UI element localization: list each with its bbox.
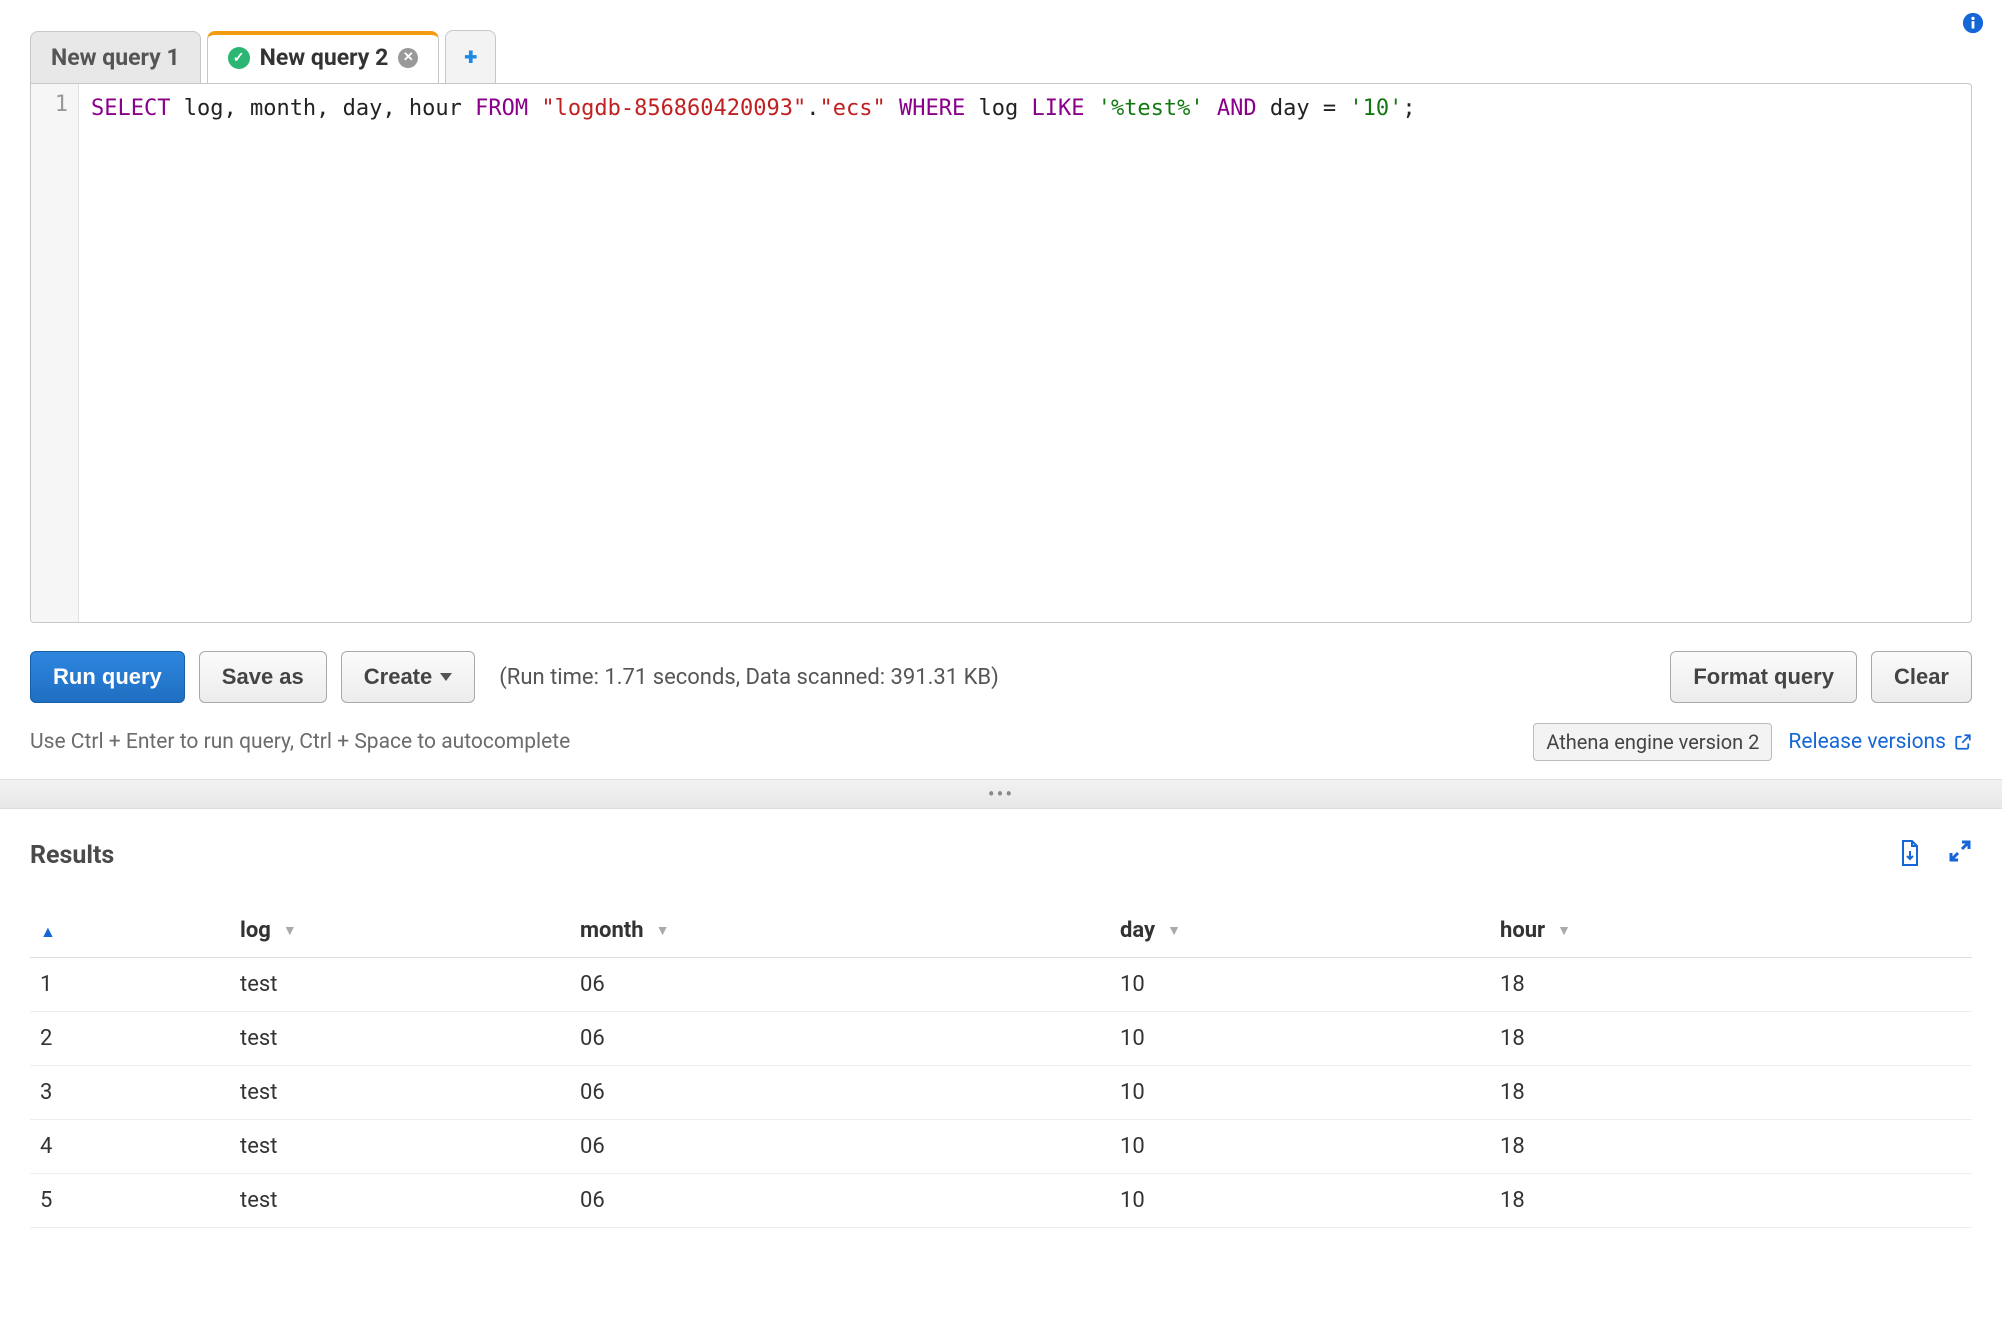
add-tab-button[interactable]: + xyxy=(445,30,496,83)
kw-from: FROM xyxy=(475,96,528,121)
col-header-hour[interactable]: hour ▼ xyxy=(1490,904,1972,958)
col-label: day xyxy=(1120,918,1155,943)
split-handle[interactable]: ••• xyxy=(0,779,2002,809)
eq: = xyxy=(1323,96,1336,121)
col-header-log[interactable]: log ▼ xyxy=(230,904,570,958)
db-name: "logdb-856860420093" xyxy=(541,96,806,121)
run-query-button[interactable]: Run query xyxy=(30,651,185,703)
toolbar: Run query Save as Create (Run time: 1.71… xyxy=(0,623,2002,715)
col-label: month xyxy=(580,918,644,943)
format-query-button[interactable]: Format query xyxy=(1670,651,1857,703)
download-icon[interactable] xyxy=(1898,839,1922,872)
cell-log: test xyxy=(230,1174,570,1228)
where-col: log xyxy=(965,96,1031,121)
table-row: 5 test 06 10 18 xyxy=(30,1174,1972,1228)
cell-day: 10 xyxy=(1110,1120,1490,1174)
cell-hour: 18 xyxy=(1490,1012,1972,1066)
cell-hour: 18 xyxy=(1490,1174,1972,1228)
cell-day: 10 xyxy=(1110,1174,1490,1228)
cell-idx: 5 xyxy=(30,1174,230,1228)
sort-icon: ▼ xyxy=(656,922,670,939)
info-icon[interactable] xyxy=(1962,12,1984,40)
cell-month: 06 xyxy=(570,1174,1110,1228)
clear-button[interactable]: Clear xyxy=(1871,651,1972,703)
kw-where: WHERE xyxy=(886,96,965,121)
save-as-button[interactable]: Save as xyxy=(199,651,327,703)
check-icon: ✓ xyxy=(228,47,250,69)
table-header-row: ▲ log ▼ month ▼ day ▼ hour ▼ xyxy=(30,904,1972,958)
drag-dots-icon: ••• xyxy=(988,782,1014,806)
table-row: 4 test 06 10 18 xyxy=(30,1120,1972,1174)
col-label: hour xyxy=(1500,918,1545,943)
results-title: Results xyxy=(30,841,114,870)
dot: . xyxy=(806,96,819,121)
code-area[interactable]: SELECT log, month, day, hour FROM "logdb… xyxy=(79,84,1971,622)
sort-asc-icon: ▲ xyxy=(40,922,56,941)
cell-idx: 4 xyxy=(30,1120,230,1174)
expand-icon[interactable] xyxy=(1948,839,1972,872)
cell-day: 10 xyxy=(1110,958,1490,1012)
cell-idx: 2 xyxy=(30,1012,230,1066)
cell-log: test xyxy=(230,1066,570,1120)
cell-month: 06 xyxy=(570,1120,1110,1174)
day-val: '10' xyxy=(1336,96,1402,121)
cell-day: 10 xyxy=(1110,1066,1490,1120)
results-table: ▲ log ▼ month ▼ day ▼ hour ▼ 1 test xyxy=(30,904,1972,1228)
table-row: 2 test 06 10 18 xyxy=(30,1012,1972,1066)
line-number: 1 xyxy=(31,92,68,117)
cell-day: 10 xyxy=(1110,1012,1490,1066)
cell-hour: 18 xyxy=(1490,958,1972,1012)
like-val: '%test%' xyxy=(1084,96,1203,121)
cell-log: test xyxy=(230,1120,570,1174)
external-link-icon xyxy=(1954,733,1972,751)
create-button[interactable]: Create xyxy=(341,651,475,703)
line-gutter: 1 xyxy=(31,84,79,622)
close-icon[interactable]: ✕ xyxy=(398,48,418,68)
col-header-day[interactable]: day ▼ xyxy=(1110,904,1490,958)
cell-idx: 3 xyxy=(30,1066,230,1120)
semi: ; xyxy=(1402,96,1415,121)
release-label: Release versions xyxy=(1788,730,1946,754)
cell-month: 06 xyxy=(570,958,1110,1012)
col-header-index[interactable]: ▲ xyxy=(30,904,230,958)
run-info: (Run time: 1.71 seconds, Data scanned: 3… xyxy=(499,665,999,690)
cell-month: 06 xyxy=(570,1012,1110,1066)
query-editor[interactable]: 1 SELECT log, month, day, hour FROM "log… xyxy=(30,83,1972,623)
engine-badge: Athena engine version 2 xyxy=(1533,723,1772,761)
cell-month: 06 xyxy=(570,1066,1110,1120)
create-label: Create xyxy=(364,664,432,690)
sort-icon: ▼ xyxy=(283,922,297,939)
kw-and: AND xyxy=(1204,96,1257,121)
cell-idx: 1 xyxy=(30,958,230,1012)
cell-log: test xyxy=(230,1012,570,1066)
table-row: 3 test 06 10 18 xyxy=(30,1066,1972,1120)
cell-hour: 18 xyxy=(1490,1066,1972,1120)
cell-hour: 18 xyxy=(1490,1120,1972,1174)
cell-log: test xyxy=(230,958,570,1012)
table-name: "ecs" xyxy=(820,96,886,121)
tabs-row: New query 1 ✓ New query 2 ✕ + xyxy=(30,30,1972,83)
kw-like: LIKE xyxy=(1031,96,1084,121)
tab-label: New query 2 xyxy=(260,44,389,71)
keyboard-hint: Use Ctrl + Enter to run query, Ctrl + Sp… xyxy=(30,730,570,754)
tab-query-1[interactable]: New query 1 xyxy=(30,31,201,83)
tab-label: New query 1 xyxy=(51,44,180,71)
release-versions-link[interactable]: Release versions xyxy=(1788,730,1972,754)
chevron-down-icon xyxy=(440,673,452,681)
sort-icon: ▼ xyxy=(1167,922,1181,939)
day-col: day xyxy=(1257,96,1323,121)
cols: log, month, day, hour xyxy=(170,96,475,121)
sort-icon: ▼ xyxy=(1557,922,1571,939)
table-row: 1 test 06 10 18 xyxy=(30,958,1972,1012)
results-area: Results ▲ log ▼ month ▼ xyxy=(0,809,2002,1228)
hints-row: Use Ctrl + Enter to run query, Ctrl + Sp… xyxy=(0,715,2002,779)
col-header-month[interactable]: month ▼ xyxy=(570,904,1110,958)
col-label: log xyxy=(240,918,271,943)
tab-query-2[interactable]: ✓ New query 2 ✕ xyxy=(207,31,440,83)
kw-select: SELECT xyxy=(91,96,170,121)
